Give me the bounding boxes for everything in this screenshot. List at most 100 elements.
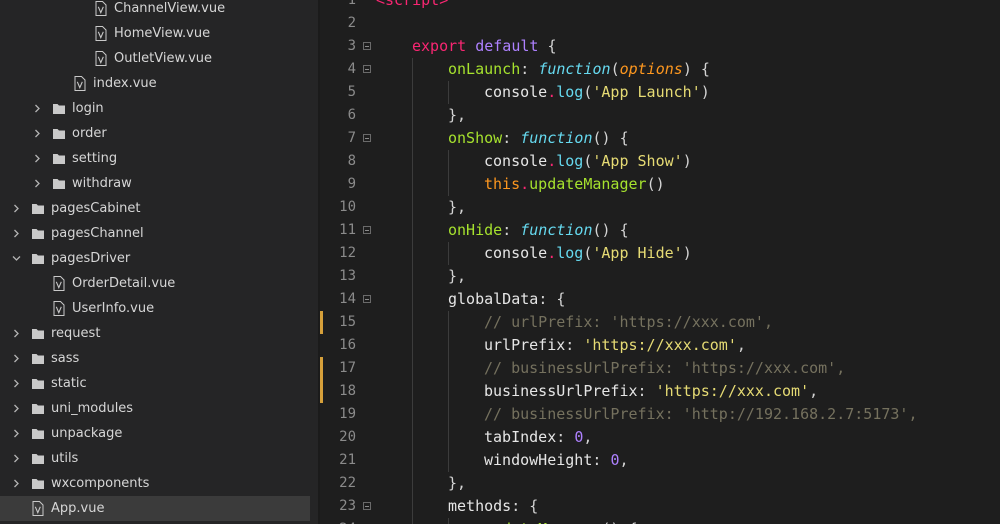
code-token: 'App Hide' <box>592 244 683 262</box>
code-line[interactable]: // businessUrlPrefix: 'https://xxx.com', <box>484 357 845 380</box>
file-item-outletview-vue[interactable]: OutletView.vue <box>0 46 310 71</box>
folder-item-static[interactable]: static <box>0 371 310 396</box>
folder-icon <box>32 454 44 464</box>
folder-item-pagescabinet[interactable]: pagesCabinet <box>0 196 310 221</box>
code-token: () { <box>601 520 637 524</box>
chevron-right-icon[interactable] <box>33 154 42 163</box>
folder-item-wxcomponents[interactable]: wxcomponents <box>0 471 310 496</box>
code-token: // urlPrefix: 'https://xxx.com', <box>484 313 773 331</box>
folder-item-setting[interactable]: setting <box>0 146 310 171</box>
tree-item-label: OrderDetail.vue <box>72 276 176 291</box>
folder-item-sass[interactable]: sass <box>0 346 310 371</box>
folder-item-order[interactable]: order <box>0 121 310 146</box>
code-line[interactable]: updateManager() { <box>484 518 638 524</box>
code-token: function <box>520 129 593 147</box>
code-token: updateManager <box>529 175 647 193</box>
code-token: export <box>412 37 467 55</box>
tree-item-label: pagesDriver <box>51 251 131 266</box>
chevron-right-icon[interactable] <box>12 329 21 338</box>
code-line[interactable]: }, <box>448 265 466 288</box>
chevron-right-icon[interactable] <box>12 204 21 213</box>
tree-item-label: request <box>51 326 101 341</box>
tree-item-label: uni_modules <box>51 401 134 416</box>
tree-item-label: order <box>72 126 107 141</box>
file-item-channelview-vue[interactable]: ChannelView.vue <box>0 0 310 21</box>
code-token: this <box>484 175 521 193</box>
tree-item-label: HomeView.vue <box>114 26 211 41</box>
code-token: log <box>556 152 584 170</box>
code-line[interactable]: windowHeight: 0, <box>484 449 629 472</box>
code-line[interactable]: businessUrlPrefix: 'https://xxx.com', <box>484 380 818 403</box>
code-line[interactable]: onShow: function() { <box>448 127 629 150</box>
code-token: , <box>619 451 629 469</box>
code-line[interactable]: onLaunch: function(options) { <box>448 58 710 81</box>
chevron-right-icon[interactable] <box>12 429 21 438</box>
code-token: . <box>547 152 557 170</box>
file-item-index-vue[interactable]: index.vue <box>0 71 310 96</box>
chevron-right-icon[interactable] <box>33 129 42 138</box>
file-item-app-vue[interactable]: App.vue <box>0 496 310 521</box>
chevron-right-icon[interactable] <box>12 454 21 463</box>
code-editor[interactable]: 123456789101112131415161718192021222324 … <box>320 0 1000 524</box>
code-token: function <box>538 60 611 78</box>
code-line[interactable]: console.log('App Show') <box>484 150 692 173</box>
code-line[interactable]: globalData: { <box>448 288 565 311</box>
file-item-orderdetail-vue[interactable]: OrderDetail.vue <box>0 271 310 296</box>
chevron-right-icon[interactable] <box>33 104 42 113</box>
vue-file-icon <box>95 51 107 66</box>
code-token: // businessUrlPrefix: 'https://xxx.com', <box>484 359 846 377</box>
folder-item-uni-modules[interactable]: uni_modules <box>0 396 310 421</box>
chevron-right-icon[interactable] <box>12 354 21 363</box>
indent-guide <box>448 518 449 524</box>
code-line[interactable]: this.updateManager() <box>484 173 665 196</box>
chevron-right-icon[interactable] <box>33 179 42 188</box>
code-line[interactable]: }, <box>448 196 466 219</box>
code-line[interactable]: }, <box>448 472 466 495</box>
folder-item-withdraw[interactable]: withdraw <box>0 171 310 196</box>
code-line[interactable]: console.log('App Hide') <box>484 242 692 265</box>
file-item-userinfo-vue[interactable]: UserInfo.vue <box>0 296 310 321</box>
code-token: ( <box>610 60 620 78</box>
code-line[interactable]: }, <box>448 104 466 127</box>
code-line[interactable]: urlPrefix: 'https://xxx.com', <box>484 334 746 357</box>
chevron-right-icon[interactable] <box>12 479 21 488</box>
code-line[interactable]: <script> <box>376 0 448 12</box>
folder-item-pagesdriver[interactable]: pagesDriver <box>0 246 310 271</box>
folder-item-unpackage[interactable]: unpackage <box>0 421 310 446</box>
chevron-right-icon[interactable] <box>12 229 21 238</box>
code-line[interactable]: console.log('App Launch') <box>484 81 710 104</box>
folder-item-pageschannel[interactable]: pagesChannel <box>0 221 310 246</box>
code-line[interactable]: methods: { <box>448 495 538 518</box>
vue-file-icon <box>95 26 107 41</box>
code-token: 0 <box>574 428 584 446</box>
vue-file-icon <box>74 76 86 91</box>
code-line[interactable]: tabIndex: 0, <box>484 426 592 449</box>
code-token: log <box>556 244 584 262</box>
code-token: () { <box>592 221 629 239</box>
indent-guide <box>412 58 413 524</box>
tree-item-label: withdraw <box>72 176 132 191</box>
chevron-down-icon[interactable] <box>12 254 21 263</box>
code-line[interactable]: // businessUrlPrefix: 'http://192.168.2.… <box>484 403 917 426</box>
code-token: : <box>592 451 611 469</box>
chevron-right-icon[interactable] <box>12 404 21 413</box>
code-token: . <box>520 175 530 193</box>
code-token: businessUrlPrefix <box>484 382 638 400</box>
file-item-homeview-vue[interactable]: HomeView.vue <box>0 21 310 46</box>
code-line[interactable]: export default { <box>412 35 557 58</box>
code-line[interactable]: onHide: function() { <box>448 219 629 242</box>
code-token: onHide <box>448 221 503 239</box>
folder-icon <box>53 179 65 189</box>
folder-item-request[interactable]: request <box>0 321 310 346</box>
code-line[interactable]: // urlPrefix: 'https://xxx.com', <box>484 311 773 334</box>
folder-icon <box>53 104 65 114</box>
tree-item-label: unpackage <box>51 426 123 441</box>
code-token: ) <box>682 152 692 170</box>
tree-item-label: sass <box>51 351 80 366</box>
code-token: }, <box>448 198 467 216</box>
chevron-right-icon[interactable] <box>12 379 21 388</box>
folder-item-utils[interactable]: utils <box>0 446 310 471</box>
code-token: { <box>538 37 557 55</box>
tree-item-label: setting <box>72 151 118 166</box>
folder-item-login[interactable]: login <box>0 96 310 121</box>
